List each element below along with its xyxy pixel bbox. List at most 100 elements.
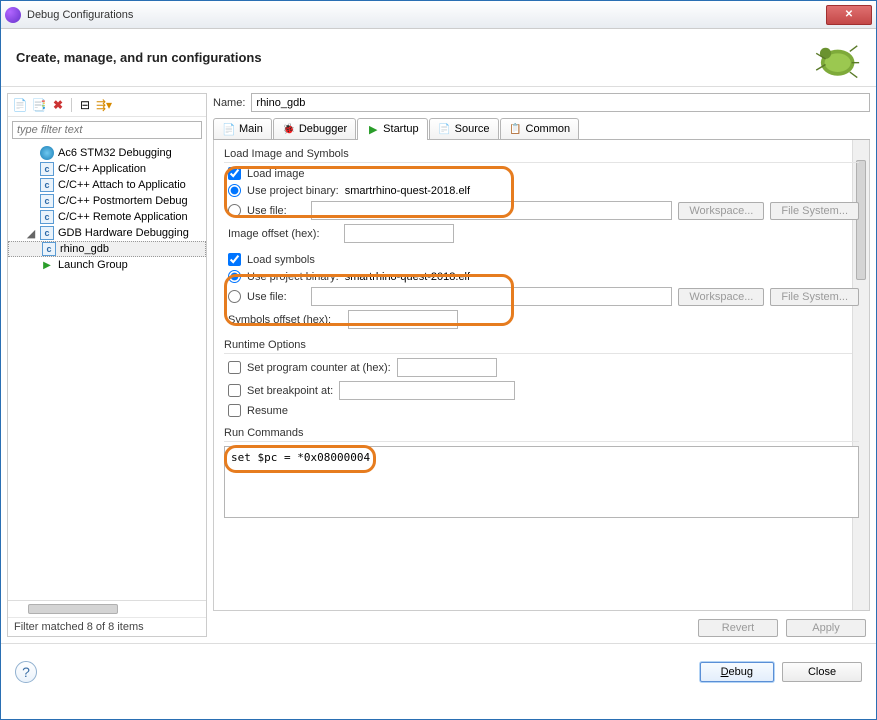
tab-common[interactable]: Common (500, 118, 580, 139)
sym-file-input (311, 287, 672, 306)
file-icon (222, 122, 236, 136)
load-image-checkbox[interactable] (228, 167, 241, 180)
c-icon: c (40, 162, 54, 176)
config-tabs: Main Debugger ▶Startup Source Common (213, 118, 870, 140)
tab-startup[interactable]: ▶Startup (357, 118, 427, 139)
group-load-image-symbols: Load Image and Symbols Load image Use pr… (224, 148, 859, 329)
tab-content-startup: Load Image and Symbols Load image Use pr… (213, 140, 870, 611)
expander-icon[interactable]: ◢ (26, 227, 36, 240)
tab-main[interactable]: Main (213, 118, 272, 139)
tree-label: Launch Group (58, 259, 128, 271)
load-symbols-label: Load symbols (247, 254, 315, 266)
group-title: Run Commands (224, 427, 859, 442)
group-run-commands: Run Commands (224, 427, 859, 521)
sym-project-binary-label: Use project binary: (247, 271, 339, 283)
tree-item-launch-group[interactable]: ▶ Launch Group (8, 257, 206, 273)
debug-button[interactable]: Debug (700, 662, 774, 682)
tree-label: C/C++ Application (58, 163, 146, 175)
config-name-input[interactable] (251, 93, 870, 112)
revert-button[interactable]: Revert (698, 619, 778, 637)
image-use-file-label: Use file: (247, 205, 305, 217)
image-offset-label: Image offset (hex): (228, 228, 338, 240)
tab-debugger[interactable]: Debugger (273, 118, 356, 139)
collapse-all-icon[interactable]: ⊟ (77, 97, 93, 113)
common-icon (509, 122, 523, 136)
resume-checkbox[interactable] (228, 404, 241, 417)
bug-illustration-icon (805, 34, 861, 82)
config-tree[interactable]: Ac6 STM32 Debugging c C/C++ Application c… (8, 143, 206, 600)
window-close-button[interactable]: ✕ (826, 5, 872, 25)
eclipse-icon (5, 7, 21, 23)
load-symbols-checkbox[interactable] (228, 253, 241, 266)
run-icon: ▶ (40, 258, 54, 272)
tree-label: Ac6 STM32 Debugging (58, 147, 172, 159)
image-project-binary-radio[interactable] (228, 184, 241, 197)
group-runtime-options: Runtime Options Set program counter at (… (224, 339, 859, 417)
tree-item-gdb-hw[interactable]: ◢cGDB Hardware Debugging (8, 225, 206, 241)
c-icon: c (42, 242, 56, 256)
sym-filesystem-button[interactable]: File System... (770, 288, 859, 306)
close-button[interactable]: Close (782, 662, 862, 682)
run-commands-textarea[interactable] (224, 446, 859, 518)
tree-item-c-remote[interactable]: c C/C++ Remote Application (8, 209, 206, 225)
tree-label: GDB Hardware Debugging (58, 227, 189, 239)
group-title: Load Image and Symbols (224, 148, 859, 163)
image-offset-input[interactable] (344, 224, 454, 243)
set-pc-input (397, 358, 497, 377)
c-icon: c (40, 178, 54, 192)
load-image-label: Load image (247, 168, 305, 180)
left-pane: 📄 📑 ✖ ⊟ ⇶▾ Ac6 STM32 Debugging c C/C++ Ap… (7, 93, 207, 637)
tab-label: Common (526, 123, 571, 135)
tree-label: C/C++ Postmortem Debug (58, 195, 188, 207)
config-toolbar: 📄 📑 ✖ ⊟ ⇶▾ (8, 94, 206, 117)
image-project-binary-label: Use project binary: (247, 185, 339, 197)
dialog-bottom-bar: ? Debug Close (1, 643, 876, 699)
filter-dropdown-icon[interactable]: ⇶▾ (96, 97, 112, 113)
tree-h-scrollbar[interactable] (8, 600, 206, 617)
duplicate-config-icon[interactable]: 📑 (31, 97, 47, 113)
help-icon[interactable]: ? (15, 661, 37, 683)
apply-button[interactable]: Apply (786, 619, 866, 637)
tree-label: C/C++ Remote Application (58, 211, 188, 223)
sym-use-file-label: Use file: (247, 291, 305, 303)
set-bp-label: Set breakpoint at: (247, 385, 333, 397)
tab-source[interactable]: Source (429, 118, 499, 139)
window-title: Debug Configurations (27, 9, 826, 21)
name-label: Name: (213, 97, 245, 109)
image-workspace-button[interactable]: Workspace... (678, 202, 764, 220)
set-bp-checkbox[interactable] (228, 384, 241, 397)
dialog-header: Create, manage, and run configurations (1, 29, 876, 87)
tab-label: Main (239, 123, 263, 135)
group-title: Runtime Options (224, 339, 859, 354)
tree-item-c-postmortem[interactable]: c C/C++ Postmortem Debug (8, 193, 206, 209)
c-icon: c (40, 210, 54, 224)
c-icon: c (40, 194, 54, 208)
sym-project-binary-value: smartrhino-quest-2018.elf (345, 271, 470, 283)
image-use-file-radio[interactable] (228, 204, 241, 217)
image-filesystem-button[interactable]: File System... (770, 202, 859, 220)
globe-icon (40, 146, 54, 160)
set-bp-input (339, 381, 515, 400)
image-project-binary-value: smartrhino-quest-2018.elf (345, 185, 470, 197)
sym-offset-input[interactable] (348, 310, 458, 329)
sym-workspace-button[interactable]: Workspace... (678, 288, 764, 306)
source-icon (438, 122, 452, 136)
new-config-icon[interactable]: 📄 (12, 97, 28, 113)
filter-input[interactable] (12, 121, 202, 139)
delete-config-icon[interactable]: ✖ (50, 97, 66, 113)
sym-use-file-radio[interactable] (228, 290, 241, 303)
set-pc-checkbox[interactable] (228, 361, 241, 374)
tree-item-c-app[interactable]: c C/C++ Application (8, 161, 206, 177)
bug-icon (282, 122, 296, 136)
tree-item-c-attach[interactable]: c C/C++ Attach to Applicatio (8, 177, 206, 193)
titlebar: Debug Configurations ✕ (1, 1, 876, 29)
tab-label: Source (455, 123, 490, 135)
set-pc-label: Set program counter at (hex): (247, 362, 391, 374)
sym-project-binary-radio[interactable] (228, 270, 241, 283)
tab-label: Startup (383, 123, 418, 135)
tree-label: rhino_gdb (60, 243, 109, 255)
sym-offset-label: Symbols offset (hex): (228, 314, 342, 326)
tree-item-rhino-gdb[interactable]: c rhino_gdb (8, 241, 206, 257)
tree-label: C/C++ Attach to Applicatio (58, 179, 186, 191)
tree-item-ac6[interactable]: Ac6 STM32 Debugging (8, 145, 206, 161)
